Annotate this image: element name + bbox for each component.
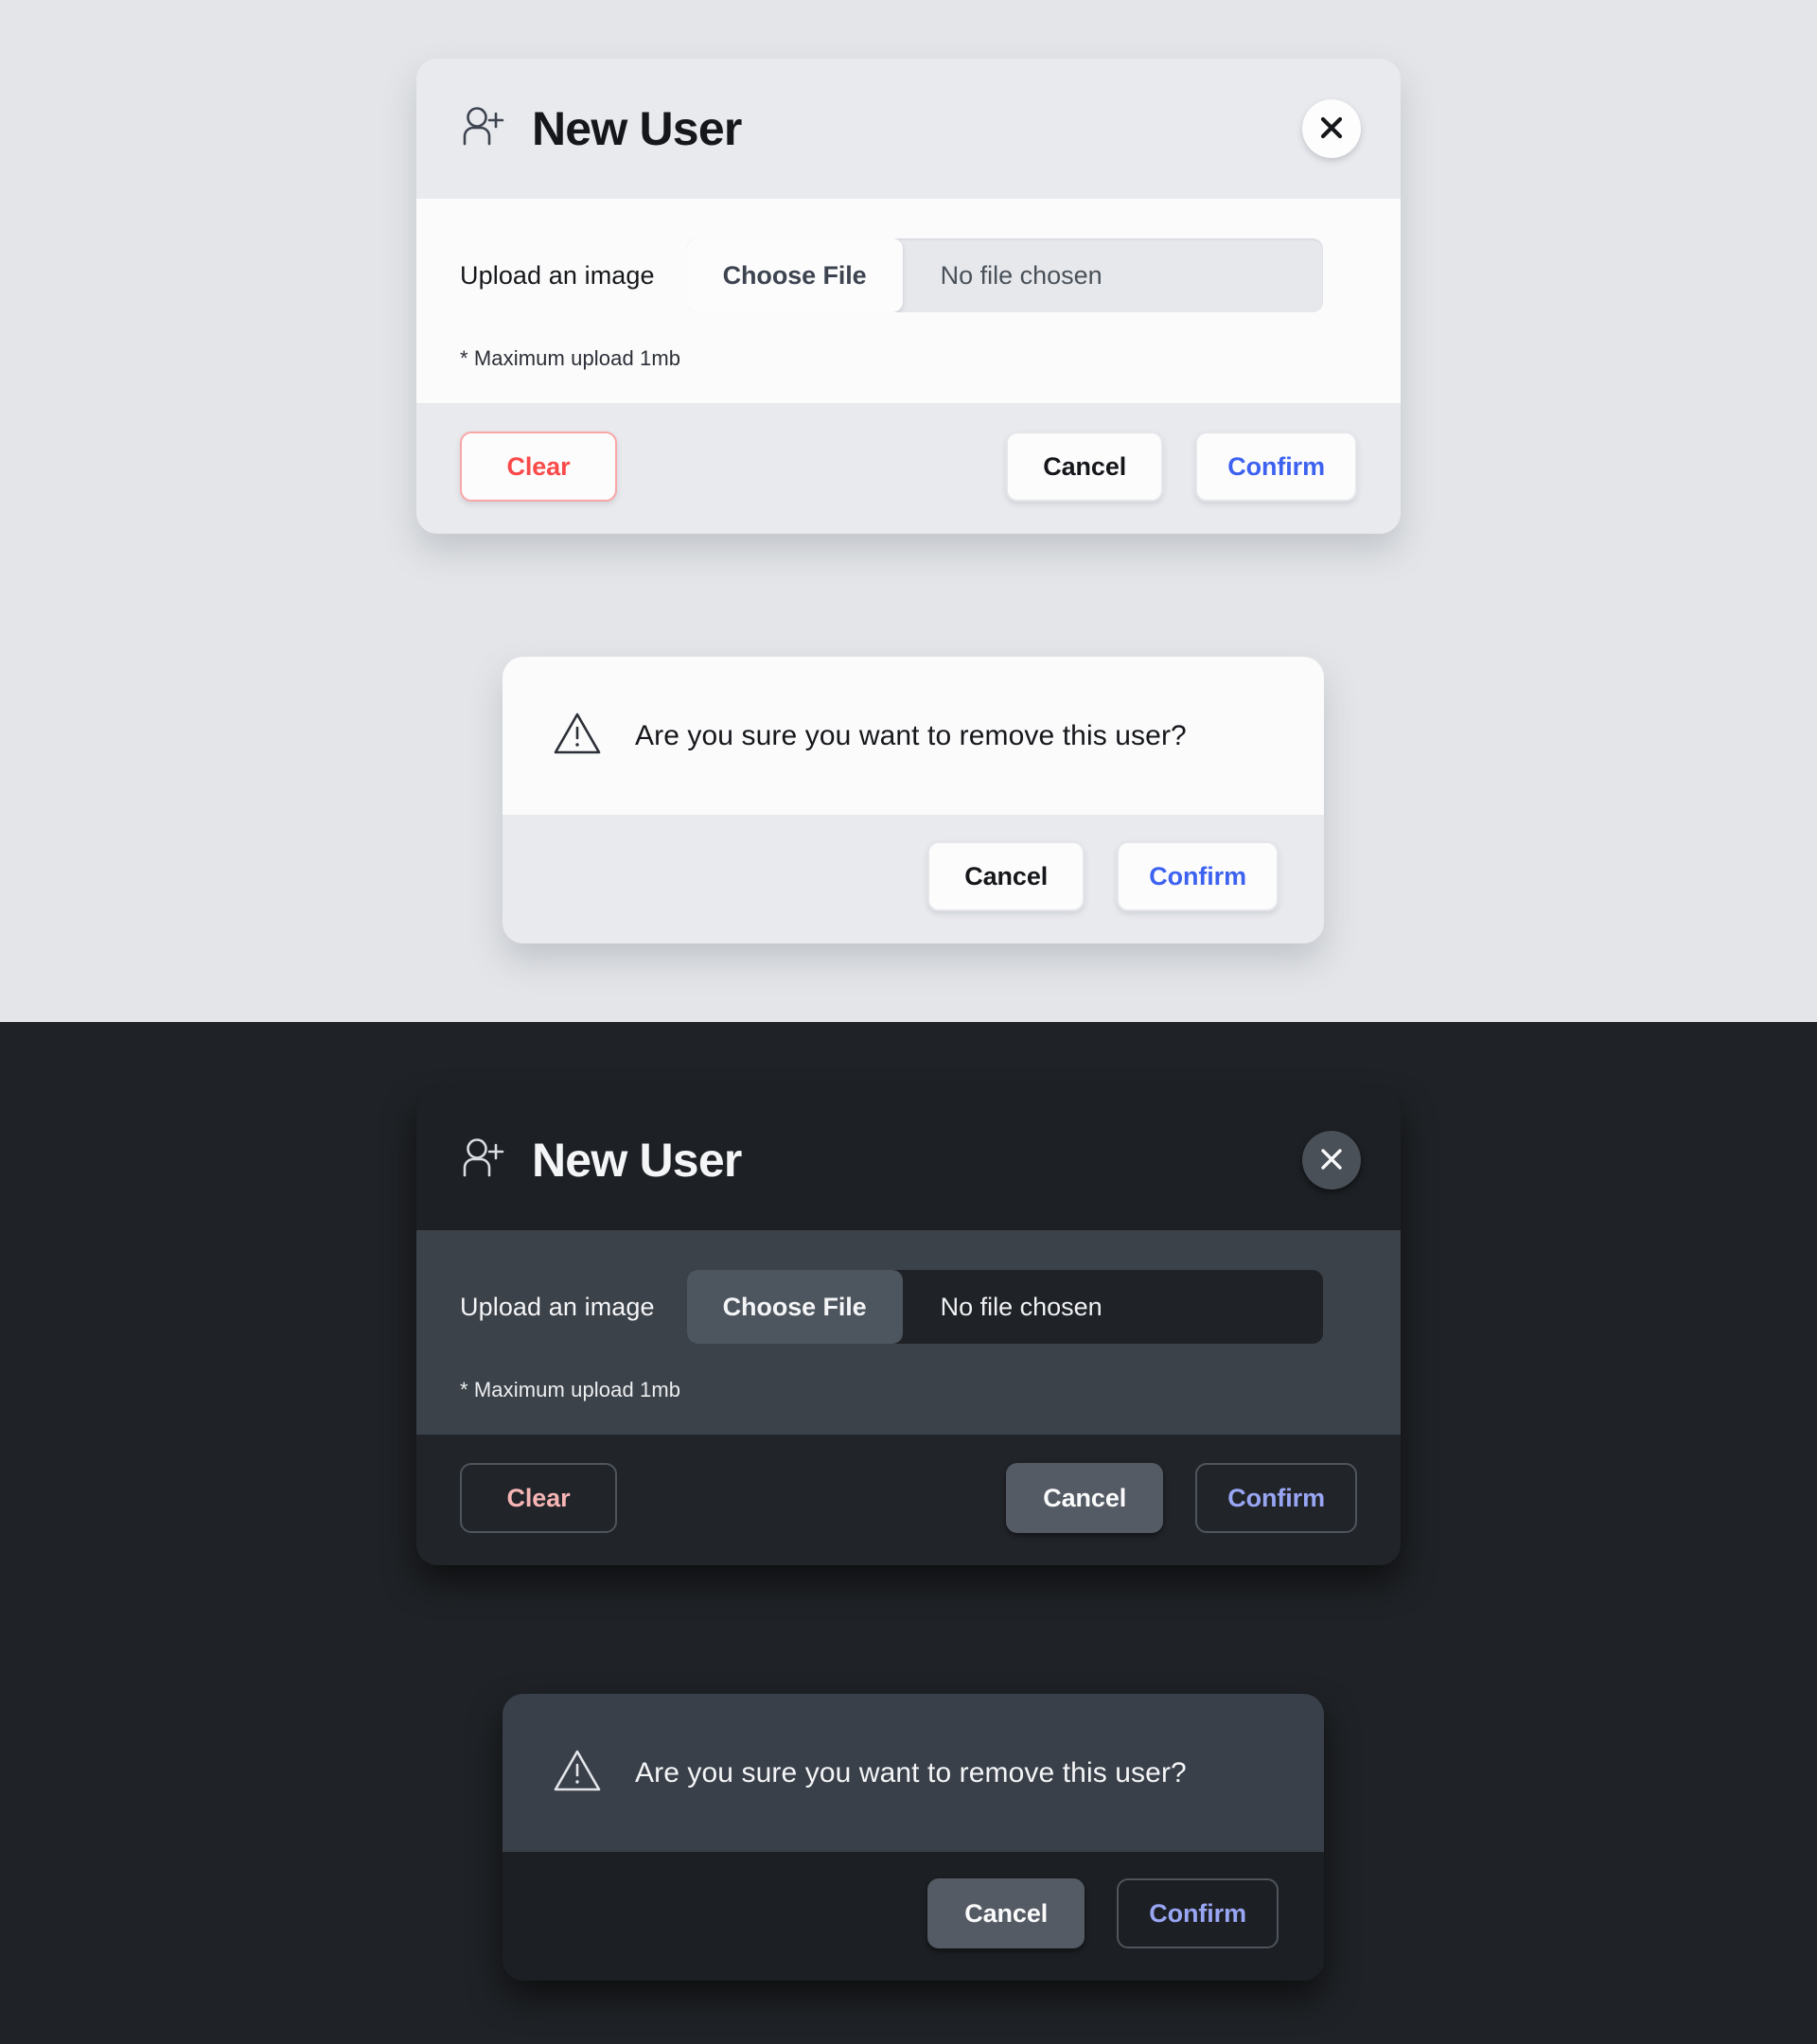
choose-file-button[interactable]: Choose File [686,238,903,312]
file-name-value: No file chosen [940,260,1103,290]
modal-body: Upload an image Choose File No file chos… [416,199,1401,403]
new-user-modal-dark: New User Upload an image Choose File No … [416,1090,1401,1565]
file-input-control[interactable]: Choose File No file chosen [686,238,1323,312]
cancel-button[interactable]: Cancel [927,1878,1085,1948]
modal-footer: Clear Cancel Confirm [416,1435,1401,1565]
upload-label: Upload an image [460,1292,655,1321]
clear-button[interactable]: Clear [460,1463,617,1533]
modal-body: Upload an image Choose File No file chos… [416,1230,1401,1435]
confirm-dialog-message: Are you sure you want to remove this use… [635,1756,1187,1788]
person-add-icon [460,1135,507,1187]
max-upload-note: * Maximum upload 1mb [460,1378,681,1401]
upload-row: Upload an image Choose File No file chos… [460,238,1357,312]
warning-triangle-icon [552,1747,603,1799]
cancel-button[interactable]: Cancel [1006,1463,1164,1533]
max-upload-note: * Maximum upload 1mb [460,346,681,370]
modal-header: New User [416,1090,1401,1230]
cancel-button[interactable]: Cancel [927,841,1085,911]
file-name-value: No file chosen [940,1292,1103,1321]
confirm-dialog-footer: Cancel Confirm [503,1852,1324,1981]
page-title: New User [532,102,742,155]
person-add-icon [460,103,507,155]
screenshot-stage: New User Upload an image Choose File No … [0,0,1817,2044]
upload-label: Upload an image [460,260,655,290]
close-button[interactable] [1302,99,1361,158]
upload-row: Upload an image Choose File No file chos… [460,1270,1357,1344]
cancel-button[interactable]: Cancel [1006,432,1164,502]
confirm-button[interactable]: Confirm [1195,432,1357,502]
modal-footer: Clear Cancel Confirm [416,403,1401,534]
confirm-dialog-dark: Are you sure you want to remove this use… [503,1694,1324,1981]
confirm-dialog-light: Are you sure you want to remove this use… [503,657,1324,943]
close-icon [1319,1147,1344,1174]
modal-header: New User [416,59,1401,199]
confirm-button[interactable]: Confirm [1117,841,1279,911]
file-input-control[interactable]: Choose File No file chosen [686,1270,1323,1344]
confirm-dialog-body: Are you sure you want to remove this use… [503,657,1324,815]
new-user-modal-light: New User Upload an image Choose File No … [416,59,1401,534]
choose-file-button[interactable]: Choose File [686,1270,903,1344]
confirm-dialog-message: Are you sure you want to remove this use… [635,719,1187,751]
confirm-button[interactable]: Confirm [1195,1463,1357,1533]
confirm-dialog-body: Are you sure you want to remove this use… [503,1694,1324,1852]
close-button[interactable] [1302,1131,1361,1189]
page-title: New User [532,1134,742,1187]
confirm-button[interactable]: Confirm [1117,1878,1279,1948]
confirm-dialog-footer: Cancel Confirm [503,815,1324,943]
close-icon [1319,115,1344,143]
clear-button[interactable]: Clear [460,432,617,502]
warning-triangle-icon [552,710,603,762]
